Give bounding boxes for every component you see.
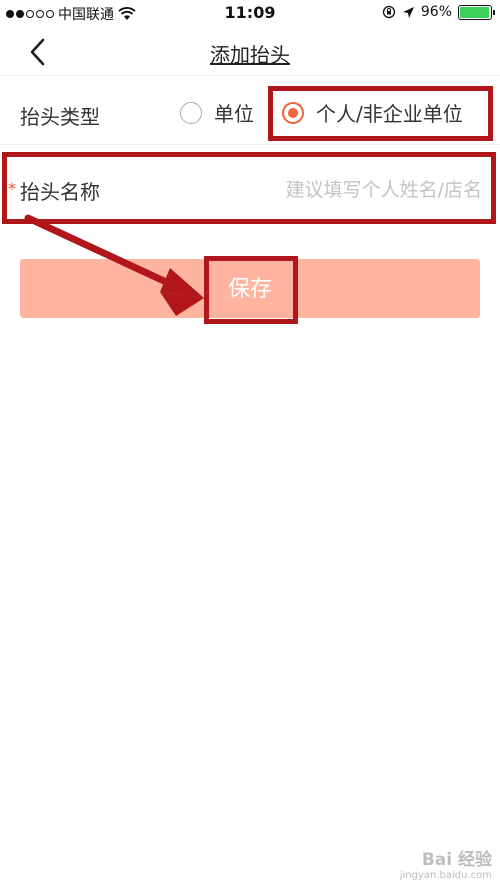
location-arrow-icon (402, 6, 414, 18)
watermark-site: jingyan.baidu.com (399, 870, 492, 881)
radio-unchecked-icon[interactable] (180, 101, 202, 124)
header-name-label: 抬头名称 (20, 180, 100, 204)
battery-percent: 96% (420, 4, 452, 20)
radio-label-personal: 个人/非企业单位 (316, 102, 463, 126)
status-right: 96% (382, 4, 495, 20)
rotation-lock-icon (382, 5, 396, 19)
nav-bar: 添加抬头 (0, 28, 500, 76)
battery-icon (458, 4, 495, 20)
radio-option-company[interactable]: 单位 (180, 98, 254, 127)
header-name-row: * 抬头名称 (0, 160, 500, 220)
header-type-row: 抬头类型 单位 个人/非企业单位 (0, 85, 500, 145)
watermark: Bai 经验 jingyan.baidu.com (400, 845, 492, 881)
save-button[interactable]: 保存 (20, 259, 480, 318)
radio-label-company: 单位 (214, 102, 254, 126)
page-title: 添加抬头 (210, 43, 290, 67)
header-name-input[interactable] (180, 170, 482, 210)
watermark-logo: Bai 经验 (421, 850, 492, 870)
radio-option-personal[interactable]: 个人/非企业单位 (282, 98, 463, 127)
header-type-label: 抬头类型 (20, 105, 100, 129)
status-bar: 中国联通 11:09 96% (0, 0, 500, 28)
required-marker: * (8, 179, 16, 198)
radio-checked-icon[interactable] (282, 101, 304, 124)
